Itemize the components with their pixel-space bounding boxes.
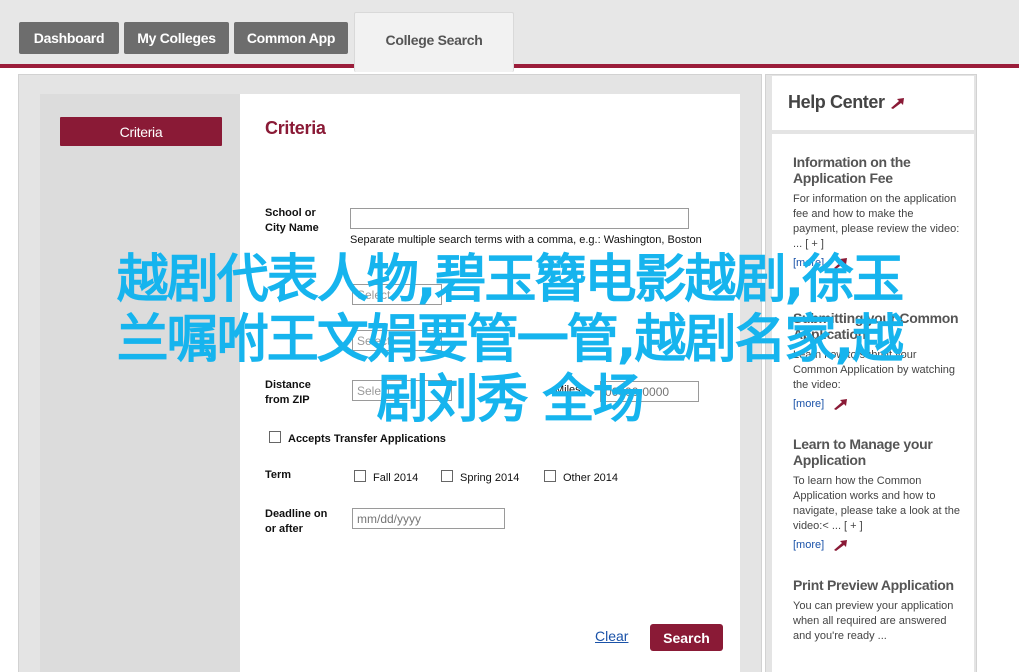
- transfer-label: Accepts Transfer Applications: [288, 433, 446, 445]
- arrow-icon: [834, 540, 848, 551]
- deadline-input[interactable]: [352, 508, 505, 529]
- deadline-label: Deadline on or after: [265, 508, 328, 535]
- overlay-text: 越剧代表人物,碧玉簪电影越剧,徐玉 兰嘱咐王文娟要管一管,越剧名家,越 剧刘秀 …: [0, 250, 1019, 430]
- help-item-manage: Learn to Manage your Application To lear…: [793, 436, 961, 551]
- help-item-title[interactable]: Learn to Manage your Application: [793, 436, 961, 468]
- help-item-title[interactable]: Information on the Application Fee: [793, 154, 961, 186]
- term-fall-checkbox[interactable]: [354, 470, 366, 482]
- term-spring-label: Spring 2014: [460, 472, 520, 484]
- help-item-desc: For information on the application fee a…: [793, 193, 960, 250]
- term-fall-label: Fall 2014: [373, 472, 419, 484]
- help-item-more[interactable]: [more]: [793, 539, 961, 551]
- overlay-line-1: 越剧代表人物,碧玉簪电影越剧,徐玉: [116, 250, 905, 310]
- help-item-preview: Print Preview Application You can previe…: [793, 577, 961, 644]
- criteria-button[interactable]: Criteria: [60, 117, 222, 146]
- school-hint: Separate multiple search terms with a co…: [350, 234, 702, 246]
- tab-college-search[interactable]: College Search: [354, 12, 514, 72]
- overlay-line-2: 兰嘱咐王文娟要管一管,越剧名家,越: [116, 310, 905, 370]
- arrow-icon: [890, 97, 904, 109]
- help-item-desc: To learn how the Common Application work…: [793, 475, 960, 532]
- expand-link[interactable]: ... [ + ]: [793, 238, 824, 250]
- help-item-title[interactable]: Print Preview Application: [793, 577, 961, 593]
- school-label: School or City Name: [265, 207, 319, 234]
- term-other-label: Other 2014: [563, 472, 619, 484]
- tab-my-colleges[interactable]: My Colleges: [124, 22, 229, 54]
- help-title[interactable]: Help Center: [788, 92, 905, 113]
- school-input[interactable]: [350, 208, 689, 229]
- transfer-checkbox[interactable]: [269, 431, 281, 443]
- help-item-desc: You can preview your application when al…: [793, 600, 954, 642]
- term-label: Term: [265, 469, 292, 481]
- page-title: Criteria: [265, 118, 326, 138]
- term-other-checkbox[interactable]: [544, 470, 556, 482]
- help-title-text: Help Center: [788, 92, 885, 112]
- tab-common-app[interactable]: Common App: [234, 22, 348, 54]
- overlay-line-3: 剧刘秀 全场: [376, 370, 644, 430]
- clear-link[interactable]: Clear: [595, 628, 628, 644]
- term-spring-checkbox[interactable]: [441, 470, 453, 482]
- tab-dashboard[interactable]: Dashboard: [19, 22, 119, 54]
- search-button[interactable]: Search: [650, 624, 723, 651]
